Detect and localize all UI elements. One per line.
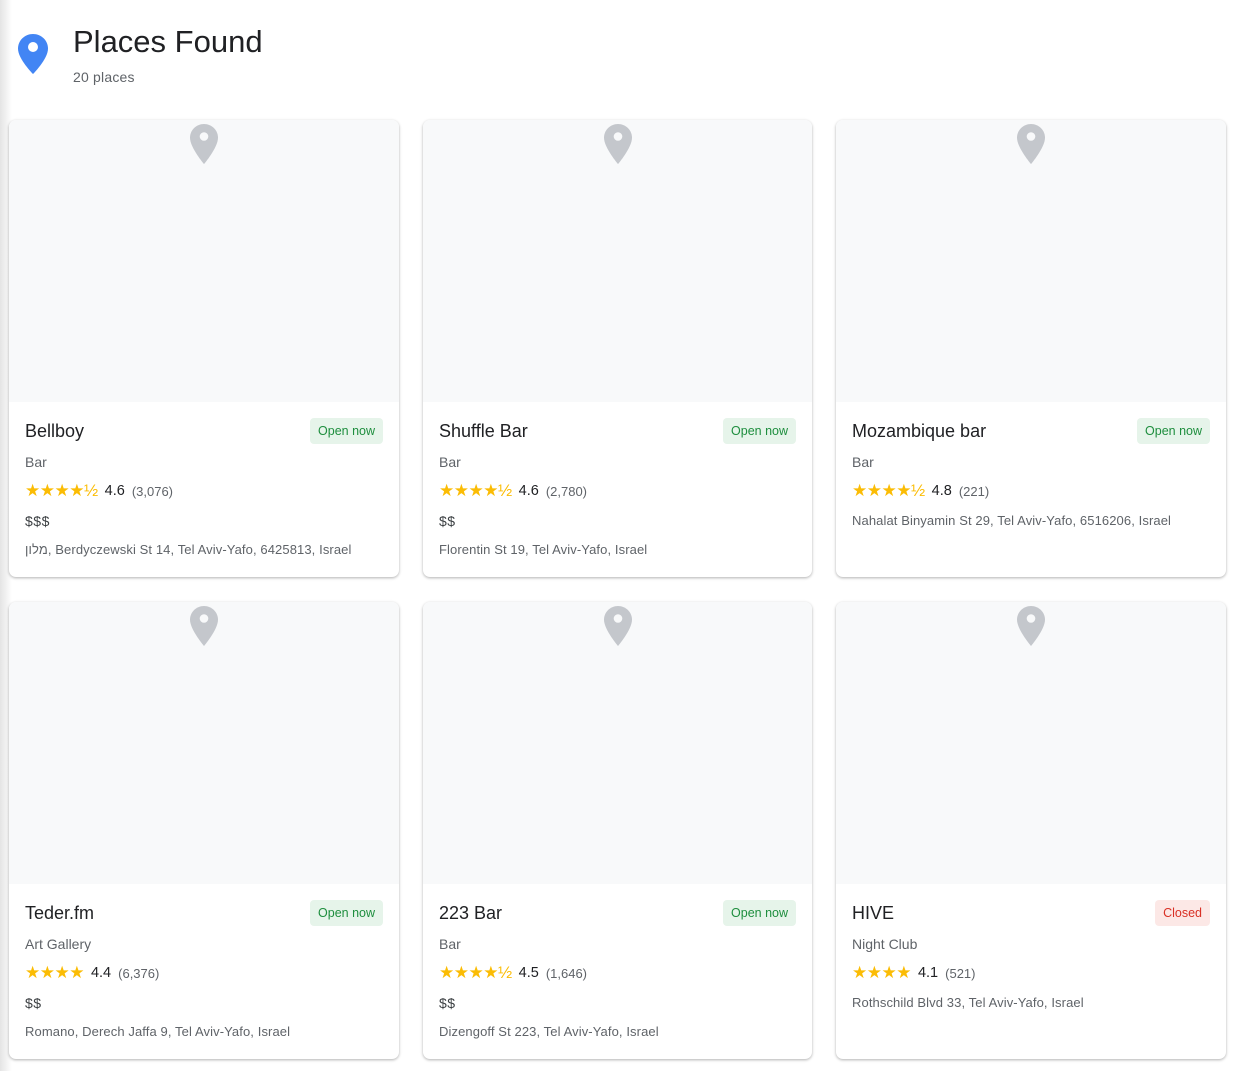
star-rating-icon: ★★★★½: [439, 481, 512, 500]
place-type: Bar: [439, 454, 461, 470]
rating-value: 4.1: [917, 965, 939, 981]
place-type: Art Gallery: [25, 936, 92, 952]
rating-value: 4.5: [518, 965, 539, 981]
map-pin-icon: [603, 606, 632, 646]
place-type: Night Club: [852, 936, 918, 952]
place-image-placeholder: [423, 120, 812, 402]
review-count: (3,076): [131, 483, 174, 499]
review-count: (6,376): [118, 965, 160, 981]
places-grid: Bellboy Open now Bar ★★★★½ 4.6 (3,076) $…: [9, 120, 1226, 1059]
map-pin-icon: [190, 124, 218, 164]
place-card-body: Mozambique bar Open now Bar ★★★★½ 4.8 (2…: [836, 402, 1226, 528]
place-card[interactable]: Bellboy Open now Bar ★★★★½ 4.6 (3,076) $…: [9, 120, 399, 577]
place-card-body: HIVE Closed Night Club ★★★★ 4.1 (521) Ro…: [836, 884, 1226, 1010]
place-card-body: Bellboy Open now Bar ★★★★½ 4.6 (3,076) $…: [9, 402, 399, 557]
review-count: (221): [958, 483, 990, 499]
rating-row: ★★★★ 4.4 (6,376): [25, 963, 383, 982]
rating-row: ★★★★½ 4.6 (3,076): [25, 481, 383, 500]
place-image-placeholder: [836, 602, 1226, 884]
map-pin-icon: [1017, 124, 1045, 164]
status-badge: Open now: [1137, 418, 1210, 444]
rating-row: ★★★★½ 4.6 (2,780): [439, 481, 796, 500]
place-address: מלון, Berdyczewski St 14, Tel Aviv-Yafo,…: [25, 542, 352, 557]
rating-value: 4.8: [931, 483, 952, 499]
place-type: Bar: [852, 454, 874, 470]
rating-row: ★★★★½ 4.5 (1,646): [439, 963, 796, 982]
rating-row: ★★★★½ 4.8 (221): [852, 481, 1210, 500]
place-card-body: 223 Bar Open now Bar ★★★★½ 4.5 (1,646) $…: [423, 884, 812, 1039]
rating-value: 4.6: [518, 483, 539, 499]
map-pin-icon: [1017, 606, 1045, 646]
status-badge: Open now: [723, 418, 796, 444]
price-level: $$: [439, 513, 456, 529]
map-pin-icon: [190, 606, 218, 646]
place-card[interactable]: 223 Bar Open now Bar ★★★★½ 4.5 (1,646) $…: [423, 602, 812, 1059]
page-title: Places Found: [73, 24, 263, 59]
place-address: Nahalat Binyamin St 29, Tel Aviv-Yafo, 6…: [852, 513, 1172, 528]
map-pin-icon: [603, 124, 632, 164]
review-count: (521): [945, 965, 976, 981]
price-level: $$: [439, 995, 456, 1011]
place-card[interactable]: HIVE Closed Night Club ★★★★ 4.1 (521) Ro…: [836, 602, 1226, 1059]
place-card[interactable]: Mozambique bar Open now Bar ★★★★½ 4.8 (2…: [836, 120, 1226, 577]
price-level: $$: [25, 995, 42, 1011]
rating-value: 4.4: [90, 965, 112, 981]
status-badge: Closed: [1155, 900, 1210, 926]
place-address: Rothschild Blvd 33, Tel Aviv-Yafo, Israe…: [852, 995, 1084, 1010]
location-pin-icon: [18, 34, 48, 74]
review-count: (2,780): [545, 483, 588, 499]
results-header: Places Found 20 places: [18, 22, 263, 85]
place-card[interactable]: Teder.fm Open now Art Gallery ★★★★ 4.4 (…: [9, 602, 399, 1059]
place-address: Romano, Derech Jaffa 9, Tel Aviv-Yafo, I…: [25, 1024, 291, 1039]
star-rating-icon: ★★★★½: [439, 963, 512, 982]
status-badge: Open now: [310, 900, 383, 926]
place-image-placeholder: [423, 602, 812, 884]
rating-value: 4.6: [104, 483, 125, 499]
place-card-body: Teder.fm Open now Art Gallery ★★★★ 4.4 (…: [9, 884, 399, 1039]
star-rating-icon: ★★★★: [852, 963, 911, 982]
place-image-placeholder: [836, 120, 1226, 402]
place-card[interactable]: Shuffle Bar Open now Bar ★★★★½ 4.6 (2,78…: [423, 120, 812, 577]
place-type: Bar: [439, 936, 461, 952]
place-address: Dizengoff St 223, Tel Aviv-Yafo, Israel: [439, 1024, 659, 1039]
star-rating-icon: ★★★★: [25, 963, 84, 982]
results-count: 20 places: [73, 69, 135, 85]
rating-row: ★★★★ 4.1 (521): [852, 963, 1210, 982]
price-level: $$$: [25, 513, 50, 529]
place-image-placeholder: [9, 120, 399, 402]
place-address: Florentin St 19, Tel Aviv-Yafo, Israel: [439, 542, 648, 557]
place-image-placeholder: [9, 602, 399, 884]
place-type: Bar: [25, 454, 47, 470]
status-badge: Open now: [310, 418, 383, 444]
star-rating-icon: ★★★★½: [852, 481, 925, 500]
status-badge: Open now: [723, 900, 796, 926]
star-rating-icon: ★★★★½: [25, 481, 98, 500]
review-count: (1,646): [545, 965, 588, 981]
place-card-body: Shuffle Bar Open now Bar ★★★★½ 4.6 (2,78…: [423, 402, 812, 557]
